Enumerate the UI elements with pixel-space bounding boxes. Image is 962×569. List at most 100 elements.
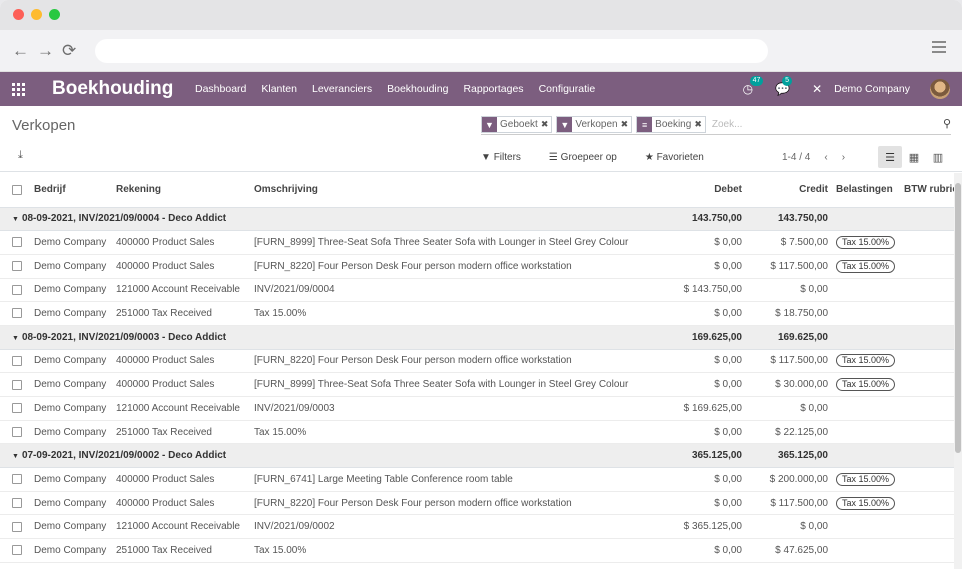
favorites-dropdown[interactable]: ★ Favorieten <box>645 152 718 163</box>
group-by-dropdown[interactable]: ☰ Groepeer op <box>549 152 631 163</box>
list-view-icon[interactable]: ☰ <box>878 146 902 168</box>
pager-prev-icon[interactable]: ‹ <box>824 152 827 163</box>
col-header-omschrijving[interactable]: Omschrijving <box>250 173 662 208</box>
group-row[interactable]: ▼ 07-09-2021, INV/2021/09/0002 - Deco Add… <box>0 443 954 469</box>
back-arrow-icon[interactable]: ← <box>12 41 29 61</box>
menu-item-klanten[interactable]: Klanten <box>261 83 297 95</box>
cell-company: Demo Company <box>30 230 112 255</box>
group-row[interactable]: ▼ 08-09-2021, INV/2021/09/0003 - Deco Add… <box>0 325 954 350</box>
table-row[interactable]: Demo Company 400000 Product Sales [FURN_… <box>0 491 954 516</box>
table-row[interactable]: Demo Company 400000 Product Sales [FURN_… <box>0 467 954 492</box>
pivot-view-icon[interactable]: ▦ <box>902 146 926 168</box>
pager-next-icon[interactable]: › <box>842 152 845 163</box>
browser-menu-icon[interactable] <box>932 41 946 56</box>
minimize-window-button[interactable] <box>31 9 42 20</box>
cell-account: 251000 Tax Received <box>112 301 250 326</box>
user-avatar[interactable] <box>930 79 950 99</box>
group-row[interactable]: ▼ 08-09-2021, INV/2021/09/0004 - Deco Add… <box>0 207 954 232</box>
cell-credit: $ 0,00 <box>746 514 832 540</box>
row-checkbox[interactable] <box>12 521 22 532</box>
cell-debit: $ 0,00 <box>662 349 746 374</box>
table-row[interactable]: Demo Company 251000 Tax Received Tax 15.… <box>0 538 954 563</box>
col-header-btw-rubriek[interactable]: BTW rubriek ⋮ <box>900 173 954 208</box>
select-all-checkbox[interactable] <box>0 173 30 208</box>
group-debit-total: 365.125,00 <box>662 443 746 469</box>
scrollbar-thumb[interactable] <box>955 183 961 453</box>
cell-company: Demo Company <box>30 349 112 374</box>
row-checkbox[interactable] <box>12 379 22 390</box>
search-bar[interactable]: ▼ Geboekt ✖ ▼ Verkopen ✖ ≡ Boeking ✖ Zoe… <box>481 115 951 135</box>
cell-company: Demo Company <box>30 467 112 492</box>
col-header-debet[interactable]: Debet <box>662 173 746 208</box>
company-switcher[interactable]: Demo Company <box>834 83 910 95</box>
row-checkbox[interactable] <box>12 497 22 508</box>
table-row[interactable]: Demo Company 400000 Product Sales [FURN_… <box>0 372 954 397</box>
row-checkbox[interactable] <box>12 284 22 295</box>
row-checkbox[interactable] <box>12 355 22 366</box>
remove-facet-icon[interactable]: ✖ <box>694 119 705 130</box>
row-checkbox[interactable] <box>12 426 22 437</box>
table-row[interactable]: Demo Company 121000 Account Receivable I… <box>0 278 954 303</box>
row-checkbox[interactable] <box>12 545 22 556</box>
address-bar[interactable] <box>95 39 768 63</box>
apps-menu-icon[interactable] <box>12 83 25 96</box>
table-row[interactable]: Demo Company 400000 Product Sales [FURN_… <box>0 254 954 279</box>
menu-item-boekhouding[interactable]: Boekhouding <box>387 83 448 95</box>
row-checkbox[interactable] <box>12 474 22 485</box>
cell-label: [FURN_8220] Four Person Desk Four person… <box>250 254 662 279</box>
search-icon[interactable]: ⚲ <box>943 117 951 130</box>
navbar-systray: ◷ 47 💬 5 ✕ Demo Company <box>743 72 962 106</box>
cell-debit: $ 0,00 <box>662 230 746 255</box>
close-window-button[interactable] <box>13 9 24 20</box>
cell-company: Demo Company <box>30 254 112 279</box>
forward-arrow-icon[interactable]: → <box>37 41 54 61</box>
group-icon: ≡ <box>637 117 653 132</box>
col-header-bedrijf[interactable]: Bedrijf <box>30 173 112 208</box>
cell-label: [FURN_8999] Three-Seat Sofa Three Seater… <box>250 230 662 255</box>
table-row[interactable]: Demo Company 251000 Tax Received Tax 15.… <box>0 301 954 326</box>
tax-tag: Tax 15.00% <box>836 378 896 392</box>
group-credit-total: 365.125,00 <box>746 443 832 469</box>
menu-item-rapportages[interactable]: Rapportages <box>463 83 523 95</box>
menu-item-leveranciers[interactable]: Leveranciers <box>312 83 372 95</box>
reload-icon[interactable]: ⟳ <box>62 41 76 61</box>
messages-icon[interactable]: 💬 5 <box>775 76 793 96</box>
graph-view-icon[interactable]: ▥ <box>926 146 950 168</box>
table-row[interactable]: Demo Company 121000 Account Receivable I… <box>0 514 954 540</box>
menu-item-configuratie[interactable]: Configuratie <box>539 83 596 95</box>
cell-debit: $ 143.750,00 <box>662 278 746 303</box>
col-header-credit[interactable]: Credit <box>746 173 832 208</box>
menu-item-dashboard[interactable]: Dashboard <box>195 83 246 95</box>
table-row[interactable]: Demo Company 121000 Account Receivable I… <box>0 396 954 421</box>
page-title: Verkopen <box>12 117 76 134</box>
cell-company: Demo Company <box>30 420 112 445</box>
col-header-rekening[interactable]: Rekening <box>112 173 250 208</box>
table-row[interactable]: Demo Company 251000 Tax Received Tax 15.… <box>0 420 954 445</box>
view-switcher: ☰ ▦ ▥ <box>878 146 950 168</box>
cell-company: Demo Company <box>30 491 112 516</box>
row-checkbox[interactable] <box>12 403 22 414</box>
cell-label: INV/2021/09/0004 <box>250 278 662 303</box>
download-icon[interactable]: ⤓ <box>18 149 23 162</box>
row-checkbox[interactable] <box>12 261 22 272</box>
table-row[interactable]: Demo Company 400000 Product Sales [FURN_… <box>0 230 954 255</box>
cell-credit: $ 117.500,00 <box>746 491 832 516</box>
col-header-belastingen[interactable]: Belastingen <box>832 173 900 208</box>
debug-tools-icon[interactable]: ✕ <box>812 82 822 96</box>
row-checkbox[interactable] <box>12 237 22 248</box>
cell-account: 400000 Product Sales <box>112 372 250 397</box>
remove-facet-icon[interactable]: ✖ <box>541 119 552 130</box>
group-credit-total: 143.750,00 <box>746 207 832 232</box>
filters-dropdown[interactable]: ▼ Filters <box>481 152 535 163</box>
row-checkbox[interactable] <box>12 308 22 319</box>
pager-value[interactable]: 1-4 / 4 <box>782 152 810 163</box>
cell-company: Demo Company <box>30 514 112 540</box>
search-input[interactable]: Zoek... <box>712 119 743 130</box>
activity-clock-icon[interactable]: ◷ 47 <box>743 76 764 96</box>
table-row[interactable]: Demo Company 400000 Product Sales [FURN_… <box>0 349 954 374</box>
cell-credit: $ 117.500,00 <box>746 349 832 374</box>
maximize-window-button[interactable] <box>49 9 60 20</box>
app-name[interactable]: Boekhouding <box>52 78 173 100</box>
cell-debit: $ 365.125,00 <box>662 514 746 540</box>
remove-facet-icon[interactable]: ✖ <box>621 119 632 130</box>
